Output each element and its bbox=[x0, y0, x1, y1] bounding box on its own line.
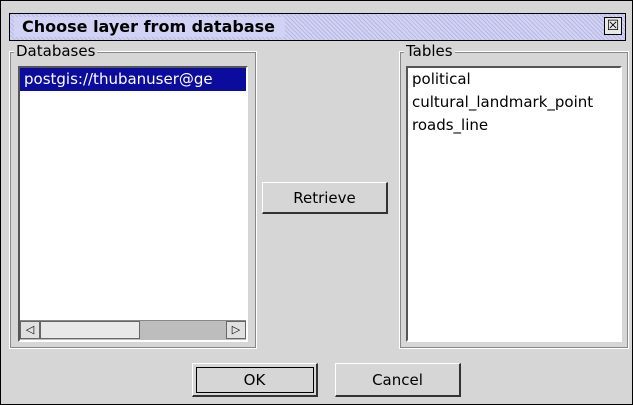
dialog-title: Choose layer from database bbox=[14, 17, 285, 37]
title-bar[interactable]: Choose layer from database ☒ bbox=[9, 13, 626, 41]
database-item[interactable]: postgis://thubanuser@ge bbox=[20, 68, 246, 91]
databases-label: Databases bbox=[14, 42, 98, 60]
databases-hscrollbar[interactable]: ◁ ▷ bbox=[20, 320, 246, 340]
databases-list[interactable]: postgis://thubanuser@ge ◁ ▷ bbox=[18, 66, 248, 342]
ok-button[interactable]: OK bbox=[192, 363, 318, 397]
scroll-right-icon[interactable]: ▷ bbox=[226, 321, 246, 339]
dialog-window: Choose layer from database ☒ Databases p… bbox=[0, 0, 633, 405]
retrieve-button[interactable]: Retrieve bbox=[262, 182, 388, 214]
table-item-roads-line[interactable]: roads_line bbox=[408, 114, 620, 137]
tables-group: Tables political cultural_landmark_point… bbox=[399, 42, 629, 349]
cancel-button[interactable]: Cancel bbox=[335, 363, 461, 397]
scroll-left-icon[interactable]: ◁ bbox=[20, 321, 40, 339]
close-icon[interactable]: ☒ bbox=[604, 17, 622, 35]
scroll-thumb[interactable] bbox=[40, 321, 140, 339]
tables-label: Tables bbox=[404, 42, 455, 60]
table-item-cultural-landmark-point[interactable]: cultural_landmark_point bbox=[408, 91, 620, 114]
table-item-political[interactable]: political bbox=[408, 68, 620, 91]
databases-group: Databases postgis://thubanuser@ge ◁ ▷ bbox=[9, 42, 257, 349]
tables-list[interactable]: political cultural_landmark_point roads_… bbox=[406, 66, 622, 342]
